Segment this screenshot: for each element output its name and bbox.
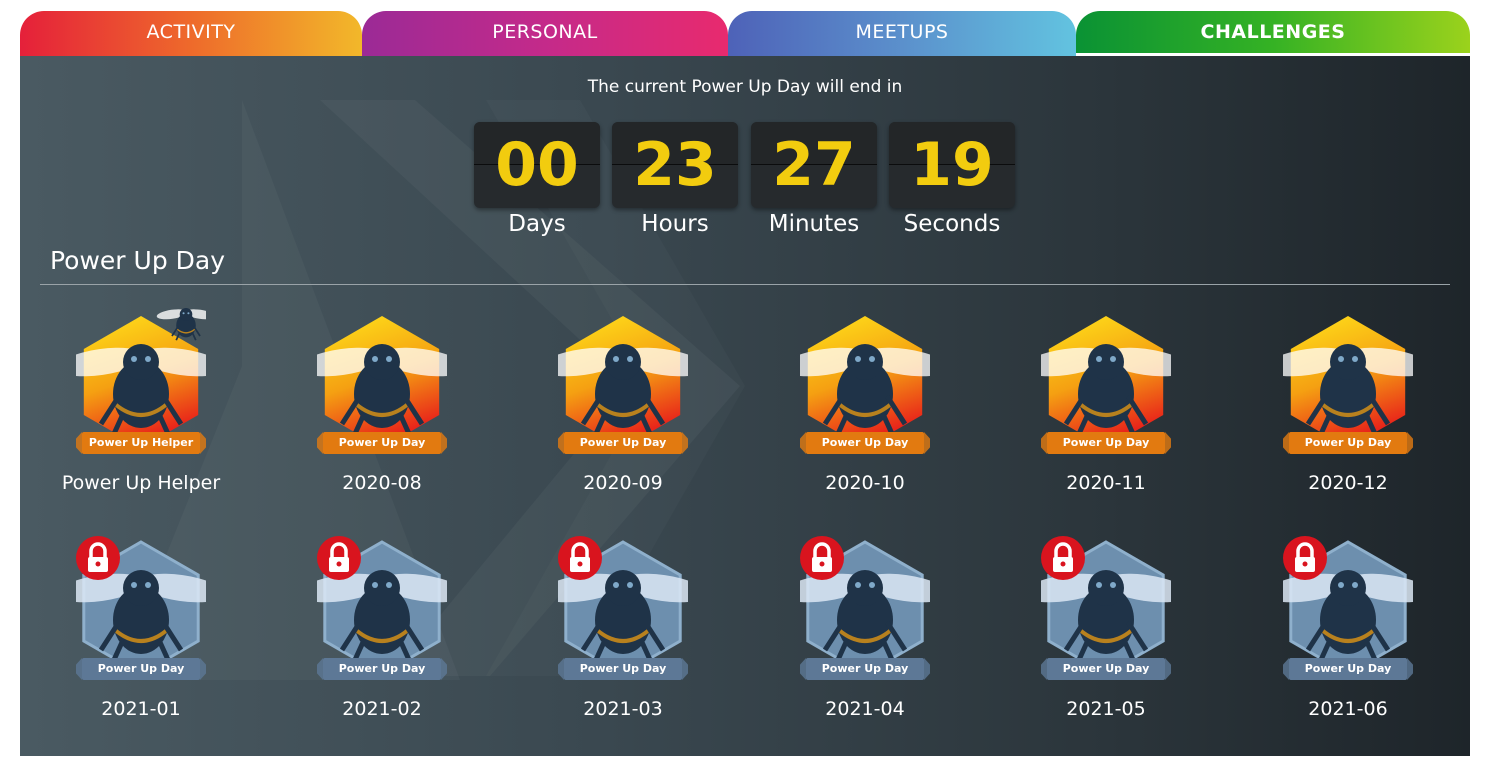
badge-label: 2020-10 [825, 472, 905, 494]
countdown-days-box: 00 [474, 122, 600, 208]
badge-label: 2021-05 [1066, 698, 1146, 720]
badge-earned[interactable]: Power Up Day 2020-08 [297, 304, 467, 504]
badge-ribbon-text: Power Up Day [821, 662, 909, 675]
badge-ribbon-text: Power Up Day [821, 436, 909, 449]
badge-ribbon-text: Power Up Day [1062, 662, 1150, 675]
countdown-seconds-label: Seconds [903, 211, 1001, 237]
badge-locked[interactable]: Power Up Day 2021-04 [780, 530, 950, 730]
badge-earned[interactable]: Power Up Day 2020-09 [538, 304, 708, 504]
tab-bar: ACTIVITY PERSONAL MEETUPS CHALLENGES [20, 11, 1470, 56]
tab-personal[interactable]: PERSONAL [362, 11, 728, 56]
badge-label: 2021-04 [825, 698, 905, 720]
badge-label: 2021-06 [1308, 698, 1388, 720]
lock-icon [1041, 536, 1085, 580]
countdown-seconds-value: 19 [910, 130, 994, 200]
lock-icon [800, 536, 844, 580]
badge-label: 2021-02 [342, 698, 422, 720]
badge-label: 2020-11 [1066, 472, 1146, 494]
badge-ribbon-text: Power Up Day [338, 436, 426, 449]
countdown-minutes-box: 27 [751, 122, 877, 208]
countdown-hours-box: 23 [612, 122, 738, 208]
lock-icon [76, 536, 120, 580]
countdown-hours-value: 23 [633, 130, 717, 200]
background-chevron-decoration [320, 100, 740, 676]
tab-activity[interactable]: ACTIVITY [20, 11, 362, 56]
lock-icon [317, 536, 361, 580]
countdown-title: The current Power Up Day will end in [587, 77, 903, 97]
tab-meetups[interactable]: MEETUPS [728, 11, 1076, 56]
badge-label: 2020-09 [583, 472, 663, 494]
lock-icon [558, 536, 602, 580]
section-title: Power Up Day [50, 246, 226, 275]
challenges-panel: The current Power Up Day will end in 00 … [20, 56, 1470, 756]
badge-earned[interactable]: Power Up Day 2020-11 [1021, 304, 1191, 504]
badge-locked[interactable]: Power Up Day 2021-06 [1263, 530, 1433, 730]
section-divider [40, 284, 1450, 285]
badge-label: Power Up Helper [61, 472, 221, 494]
badge-ribbon-text: Power Up Day [97, 662, 185, 675]
badge-ribbon-text: Power Up Day [1304, 436, 1392, 449]
countdown-days-label: Days [508, 211, 566, 237]
badge-ribbon-text: Power Up Day [579, 662, 667, 675]
lock-icon [1283, 536, 1327, 580]
badge-locked[interactable]: Power Up Day 2021-02 [297, 530, 467, 730]
badge-ribbon-text: Power Up Helper [88, 436, 194, 449]
countdown-minutes-value: 27 [772, 130, 856, 200]
badge-earned[interactable]: Power Up Day 2020-10 [780, 304, 950, 504]
countdown-hours-label: Hours [641, 211, 709, 237]
badge-locked[interactable]: Power Up Day 2021-05 [1021, 530, 1191, 730]
countdown-seconds-box: 19 [889, 122, 1015, 208]
badge-ribbon-text: Power Up Day [338, 662, 426, 675]
badge-ribbon-text: Power Up Day [1062, 436, 1150, 449]
countdown-days-value: 00 [495, 130, 579, 200]
badge-locked[interactable]: Power Up Day 2021-01 [56, 530, 226, 730]
countdown-minutes-label: Minutes [768, 211, 860, 237]
badge-label: 2020-08 [342, 472, 422, 494]
badge-locked[interactable]: Power Up Day 2021-03 [538, 530, 708, 730]
badge-label: 2021-03 [583, 698, 663, 720]
badge-label: 2021-01 [101, 698, 181, 720]
badge-label: 2020-12 [1308, 472, 1388, 494]
badge-earned[interactable]: Power Up Day 2020-12 [1263, 304, 1433, 504]
tab-challenges[interactable]: CHALLENGES [1076, 11, 1470, 56]
badge-earned[interactable]: Power Up Helper Power Up Helper [56, 304, 226, 504]
badge-ribbon-text: Power Up Day [579, 436, 667, 449]
badge-ribbon-text: Power Up Day [1304, 662, 1392, 675]
